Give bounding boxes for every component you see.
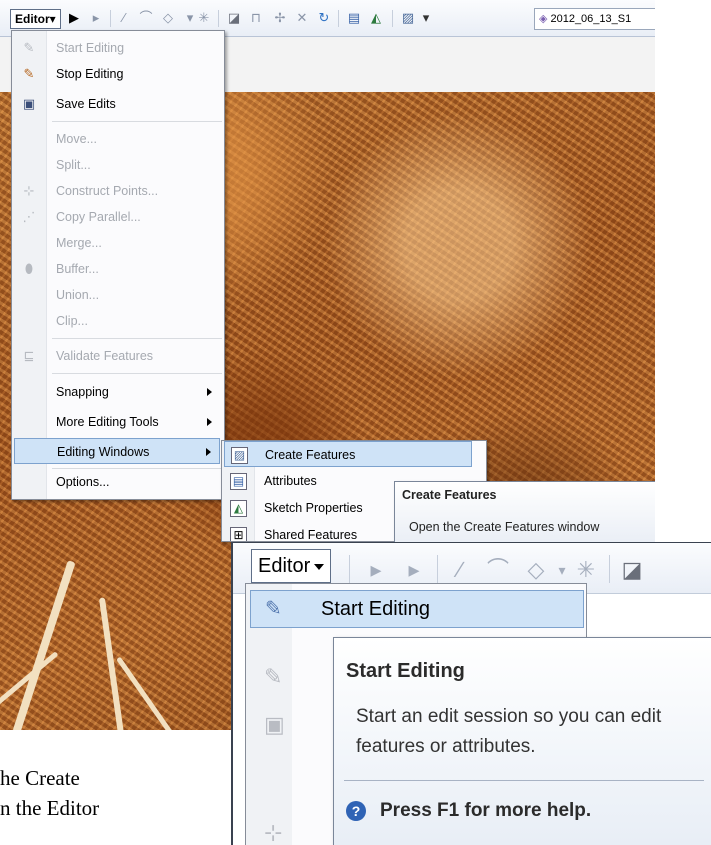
menu-item-construct-points[interactable]: ⊹ Construct Points... (14, 178, 220, 204)
tooltip-help-text: Press F1 for more help. (380, 800, 592, 821)
dropdown-arrow-icon[interactable]: ▾ (549, 557, 575, 583)
pencil-icon: ✎ (265, 598, 282, 620)
tooltip-body: Open the Create Features window (409, 520, 600, 534)
attributes-icon: ▤ (230, 473, 247, 490)
reshape-icon[interactable]: ⊓ (248, 10, 264, 26)
menu-item-snapping[interactable]: Snapping (14, 379, 220, 405)
end-point-arc-icon[interactable]: ⌒ (138, 10, 154, 26)
menu-item-more-editing-tools[interactable]: More Editing Tools (14, 409, 220, 435)
sketch-properties-icon: ◭ (230, 500, 247, 517)
toolbar-separator (609, 555, 610, 583)
toolbar-separator (349, 555, 350, 583)
zoomed-inset: Editor ▸ ▸ ∕ ⌒ ◇ ▾ ✳ ◪ ✎ Start Editing ✎… (231, 542, 711, 845)
straight-segment-icon[interactable]: ∕ (447, 557, 473, 583)
layer-icon: ◈ (539, 13, 548, 25)
menu-item-stop-editing[interactable]: ✎ Stop Editing (14, 61, 220, 87)
cut-polygons-icon[interactable]: ✢ (272, 10, 288, 26)
save-icon: ▣ (22, 96, 36, 111)
inset-menu-item-start-editing[interactable]: ✎ Start Editing (250, 590, 584, 628)
root-strand (116, 656, 189, 730)
pencil-icon: ✎ (23, 40, 35, 55)
menu-item-buffer[interactable]: ⬮ Buffer... (14, 256, 220, 282)
tooltip-help[interactable]: ? Press F1 for more help. (346, 800, 591, 822)
sketch-properties-icon[interactable]: ◭ (368, 10, 384, 26)
stop-editing-icon: ✎ (23, 66, 35, 81)
caption-line-2: n the Editor (0, 796, 100, 820)
create-features-icon[interactable]: ▨ (400, 10, 416, 26)
menu-item-clip[interactable]: Clip... (14, 308, 220, 334)
toolbar-options-icon[interactable]: ▾ (418, 10, 434, 26)
menu-item-validate-features[interactable]: ⊑ Validate Features (14, 343, 220, 369)
save-icon: ▣ (264, 712, 285, 737)
chevron-down-icon (314, 563, 325, 570)
editor-menu-label: Editor▾ (15, 12, 56, 26)
editor-dropdown-menu: ✎ Start Editing ✎ Stop Editing ▣ Save Ed… (11, 30, 225, 500)
layer-name: 2012_06_13_S1 (550, 13, 632, 25)
validate-icon: ⊑ (23, 348, 35, 363)
point-tool-icon[interactable]: ✳ (196, 10, 212, 26)
copy-parallel-icon: ⋰ (22, 209, 36, 224)
buffer-icon: ⬮ (24, 261, 34, 276)
menu-item-save-edits[interactable]: ▣ Save Edits (14, 91, 220, 117)
inset-editor-label: Editor (258, 555, 311, 577)
caption-line-1: he Create (0, 766, 80, 790)
tooltip-title: Create Features (402, 488, 497, 502)
start-editing-tooltip: Start Editing Start an edit session so y… (333, 637, 711, 845)
construct-points-icon: ⊹ (23, 183, 35, 198)
point-tool-icon[interactable]: ✳ (573, 557, 599, 583)
submenu-arrow-icon (207, 388, 212, 396)
layer-selector[interactable]: ◈ 2012_06_13_S1 (534, 8, 655, 30)
submenu-arrow-icon (207, 418, 212, 426)
menu-separator (52, 373, 222, 374)
menu-item-editing-windows[interactable]: Editing Windows (14, 438, 220, 464)
menu-item-options[interactable]: Options... (14, 469, 220, 495)
menu-item-merge[interactable]: Merge... (14, 230, 220, 256)
construct-points-icon: ⊹ (264, 820, 283, 845)
root-strand (12, 560, 76, 730)
tooltip-separator (344, 780, 704, 781)
tooltip-body: Start an edit session so you can edit fe… (356, 706, 662, 757)
toolbar-separator (218, 10, 219, 27)
toolbar-separator (392, 10, 393, 27)
menu-item-split[interactable]: Split... (14, 152, 220, 178)
edit-tool-icon[interactable]: ▶ (66, 10, 82, 26)
shared-features-icon: ⊞ (230, 527, 247, 541)
edit-annotation-icon[interactable]: ▸ (401, 557, 427, 583)
rotate-icon[interactable]: ↻ (316, 10, 332, 26)
end-point-arc-icon[interactable]: ⌒ (485, 557, 511, 583)
create-features-icon: ▨ (231, 447, 248, 464)
menu-separator (52, 121, 222, 122)
stop-editing-icon: ✎ (264, 664, 283, 689)
menu-item-union[interactable]: Union... (14, 282, 220, 308)
inset-editor-menu-button[interactable]: Editor (251, 549, 332, 583)
edit-vertices-icon[interactable]: ◪ (226, 10, 242, 26)
edit-tool-icon[interactable]: ▸ (363, 557, 389, 583)
construct-tool-icon[interactable]: ◇ (523, 557, 549, 583)
construct-tool-icon[interactable]: ◇ (160, 10, 176, 26)
submenu-item-create-features[interactable]: ▨ Create Features (224, 441, 472, 467)
edit-annotation-icon[interactable]: ▸ (88, 10, 104, 26)
menu-item-start-editing[interactable]: ✎ Start Editing (14, 35, 220, 61)
toolbar-separator (437, 555, 438, 583)
help-icon: ? (346, 800, 366, 821)
menu-separator (52, 338, 222, 339)
edit-vertices-icon[interactable]: ◪ (619, 557, 645, 583)
menu-item-copy-parallel[interactable]: ⋰ Copy Parallel... (14, 204, 220, 230)
submenu-arrow-icon (206, 448, 211, 456)
split-tool-icon[interactable]: ✕ (294, 10, 310, 26)
toolbar-separator (110, 10, 111, 27)
editor-menu-button[interactable]: Editor▾ (10, 9, 61, 29)
toolbar-separator (338, 10, 339, 27)
tooltip-title: Start Editing (346, 660, 465, 682)
attributes-icon[interactable]: ▤ (346, 10, 362, 26)
straight-segment-icon[interactable]: ∕ (116, 10, 132, 26)
menu-item-move[interactable]: Move... (14, 126, 220, 152)
